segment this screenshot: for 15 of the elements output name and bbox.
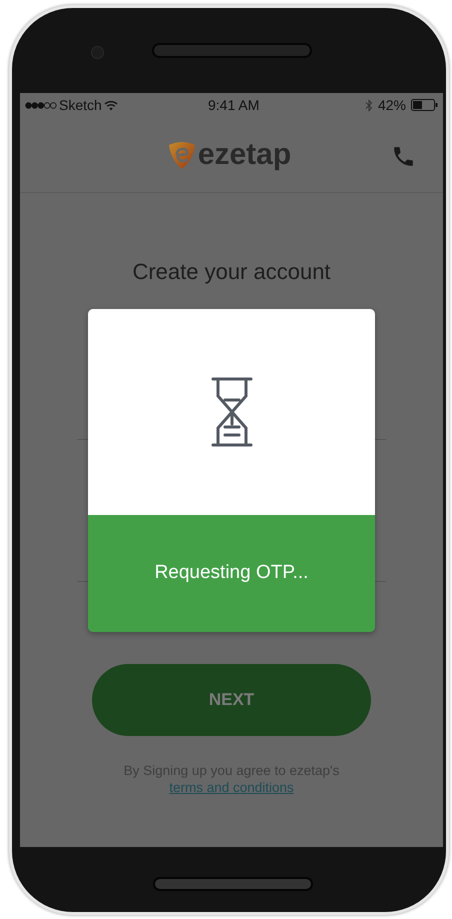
dialog-message: Requesting OTP... bbox=[154, 561, 308, 586]
terms-link[interactable]: terms and conditions bbox=[169, 779, 294, 796]
carrier-name: Sketch bbox=[59, 96, 102, 114]
bluetooth-icon bbox=[364, 98, 373, 112]
battery-percent: 42% bbox=[378, 96, 406, 114]
status-time: 9:41 AM bbox=[208, 96, 260, 114]
hourglass-icon bbox=[210, 376, 252, 448]
battery-icon bbox=[411, 99, 438, 111]
phone-icon[interactable] bbox=[391, 144, 416, 169]
logo-shield-icon bbox=[168, 140, 196, 170]
wifi-icon bbox=[104, 100, 118, 110]
logo-text: ezetap bbox=[198, 140, 292, 170]
page-title: Create your account bbox=[131, 258, 332, 286]
signal-dots-icon bbox=[25, 102, 57, 108]
next-button[interactable]: NEXT bbox=[92, 664, 371, 736]
